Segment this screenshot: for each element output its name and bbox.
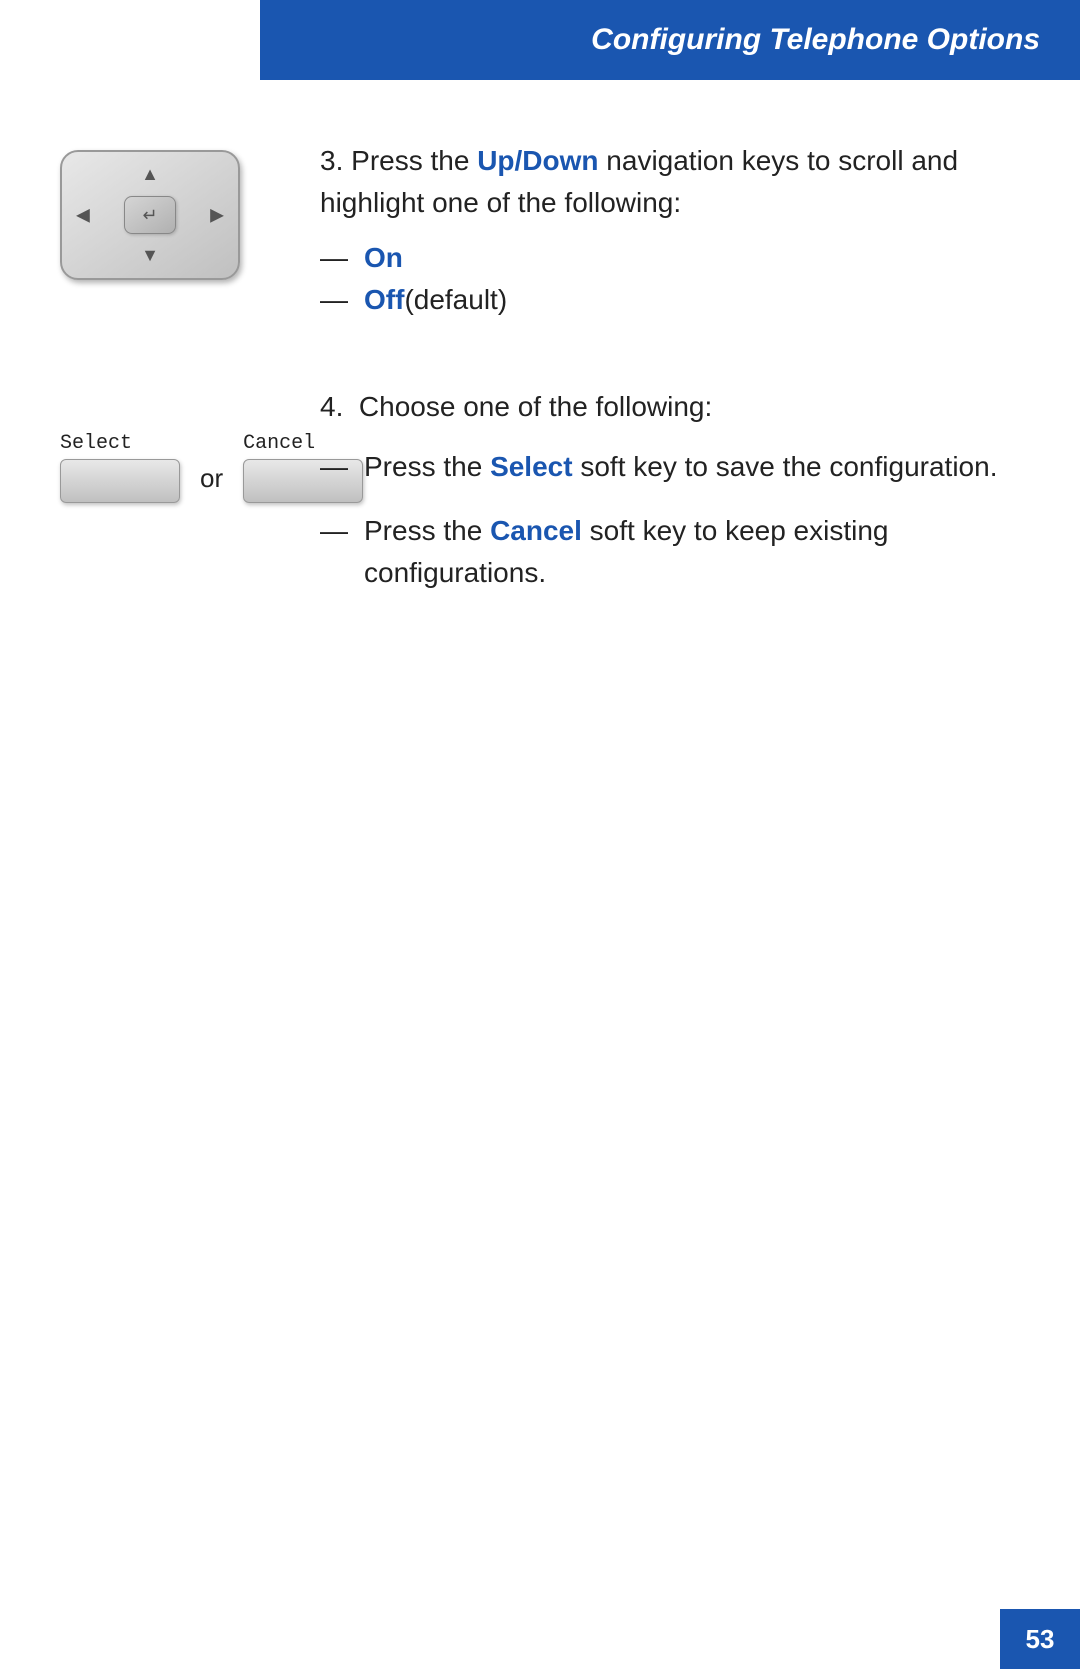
step4-text-area: 4. Choose one of the following: — Press …	[320, 386, 1020, 616]
or-text: or	[200, 463, 223, 494]
dash-icon-2: —	[320, 284, 348, 316]
step3-instruction: 3. Press the Up/Down navigation keys to …	[320, 140, 1020, 224]
softkey-row: Select or Cancel	[60, 432, 260, 503]
updown-label: Up/Down	[477, 145, 598, 176]
option-off-label: Off	[364, 284, 404, 316]
step3-number: 3.	[320, 145, 343, 176]
select-key-button	[60, 459, 180, 503]
arrow-up-icon: ▲	[141, 164, 159, 185]
dash-bullet-2: —	[320, 510, 348, 552]
step3-text: 3. Press the Up/Down navigation keys to …	[320, 140, 1020, 326]
step3-options-list: — On — Off (default)	[320, 242, 1020, 316]
option-on: — On	[320, 242, 1020, 274]
step4-number: 4.	[320, 391, 343, 422]
step4-bullet-list: — Press the Select soft key to save the …	[320, 446, 1020, 594]
main-content: ▲ ▼ ◀ ▶ ↵ 3. Press the Up/Down navigatio…	[0, 100, 1080, 696]
bullet2-before: Press the	[364, 515, 490, 546]
option-off-suffix: (default)	[404, 284, 507, 316]
dash-icon: —	[320, 242, 348, 274]
bullet-cancel-text: Press the Cancel soft key to keep existi…	[364, 510, 1020, 594]
softkey-image: Select or Cancel	[60, 396, 260, 503]
arrow-left-icon: ◀	[76, 205, 90, 226]
dash-bullet-1: —	[320, 446, 348, 488]
select-key-group: Select	[60, 432, 180, 503]
nav-key-illustration: ▲ ▼ ◀ ▶ ↵	[60, 150, 240, 280]
footer-page-number: 53	[1000, 1609, 1080, 1669]
step3-section: ▲ ▼ ◀ ▶ ↵ 3. Press the Up/Down navigatio…	[60, 140, 1020, 326]
page-number-label: 53	[1026, 1624, 1055, 1655]
bullet1-key: Select	[490, 451, 573, 482]
step3-text-before: Press the	[351, 145, 477, 176]
step4-instruction: Choose one of the following:	[359, 391, 712, 422]
step4-heading: 4. Choose one of the following:	[320, 386, 1020, 428]
header-bar: Configuring Telephone Options	[260, 0, 1080, 80]
arrow-right-icon: ▶	[210, 205, 224, 226]
bullet-select: — Press the Select soft key to save the …	[320, 446, 1020, 488]
step4-section: Select or Cancel 4. Choose one of the fo…	[60, 386, 1020, 616]
select-key-label: Select	[60, 432, 180, 455]
bullet-select-text: Press the Select soft key to save the co…	[364, 446, 997, 488]
bullet1-after: soft key to save the configuration.	[573, 451, 998, 482]
option-on-label: On	[364, 242, 403, 274]
arrow-down-icon: ▼	[141, 245, 159, 266]
option-off: — Off (default)	[320, 284, 1020, 316]
bullet-cancel: — Press the Cancel soft key to keep exis…	[320, 510, 1020, 594]
bullet2-key: Cancel	[490, 515, 582, 546]
page-title: Configuring Telephone Options	[591, 23, 1040, 57]
nav-key-image: ▲ ▼ ◀ ▶ ↵	[60, 150, 260, 280]
bullet1-before: Press the	[364, 451, 490, 482]
nav-center-button: ↵	[124, 196, 176, 234]
